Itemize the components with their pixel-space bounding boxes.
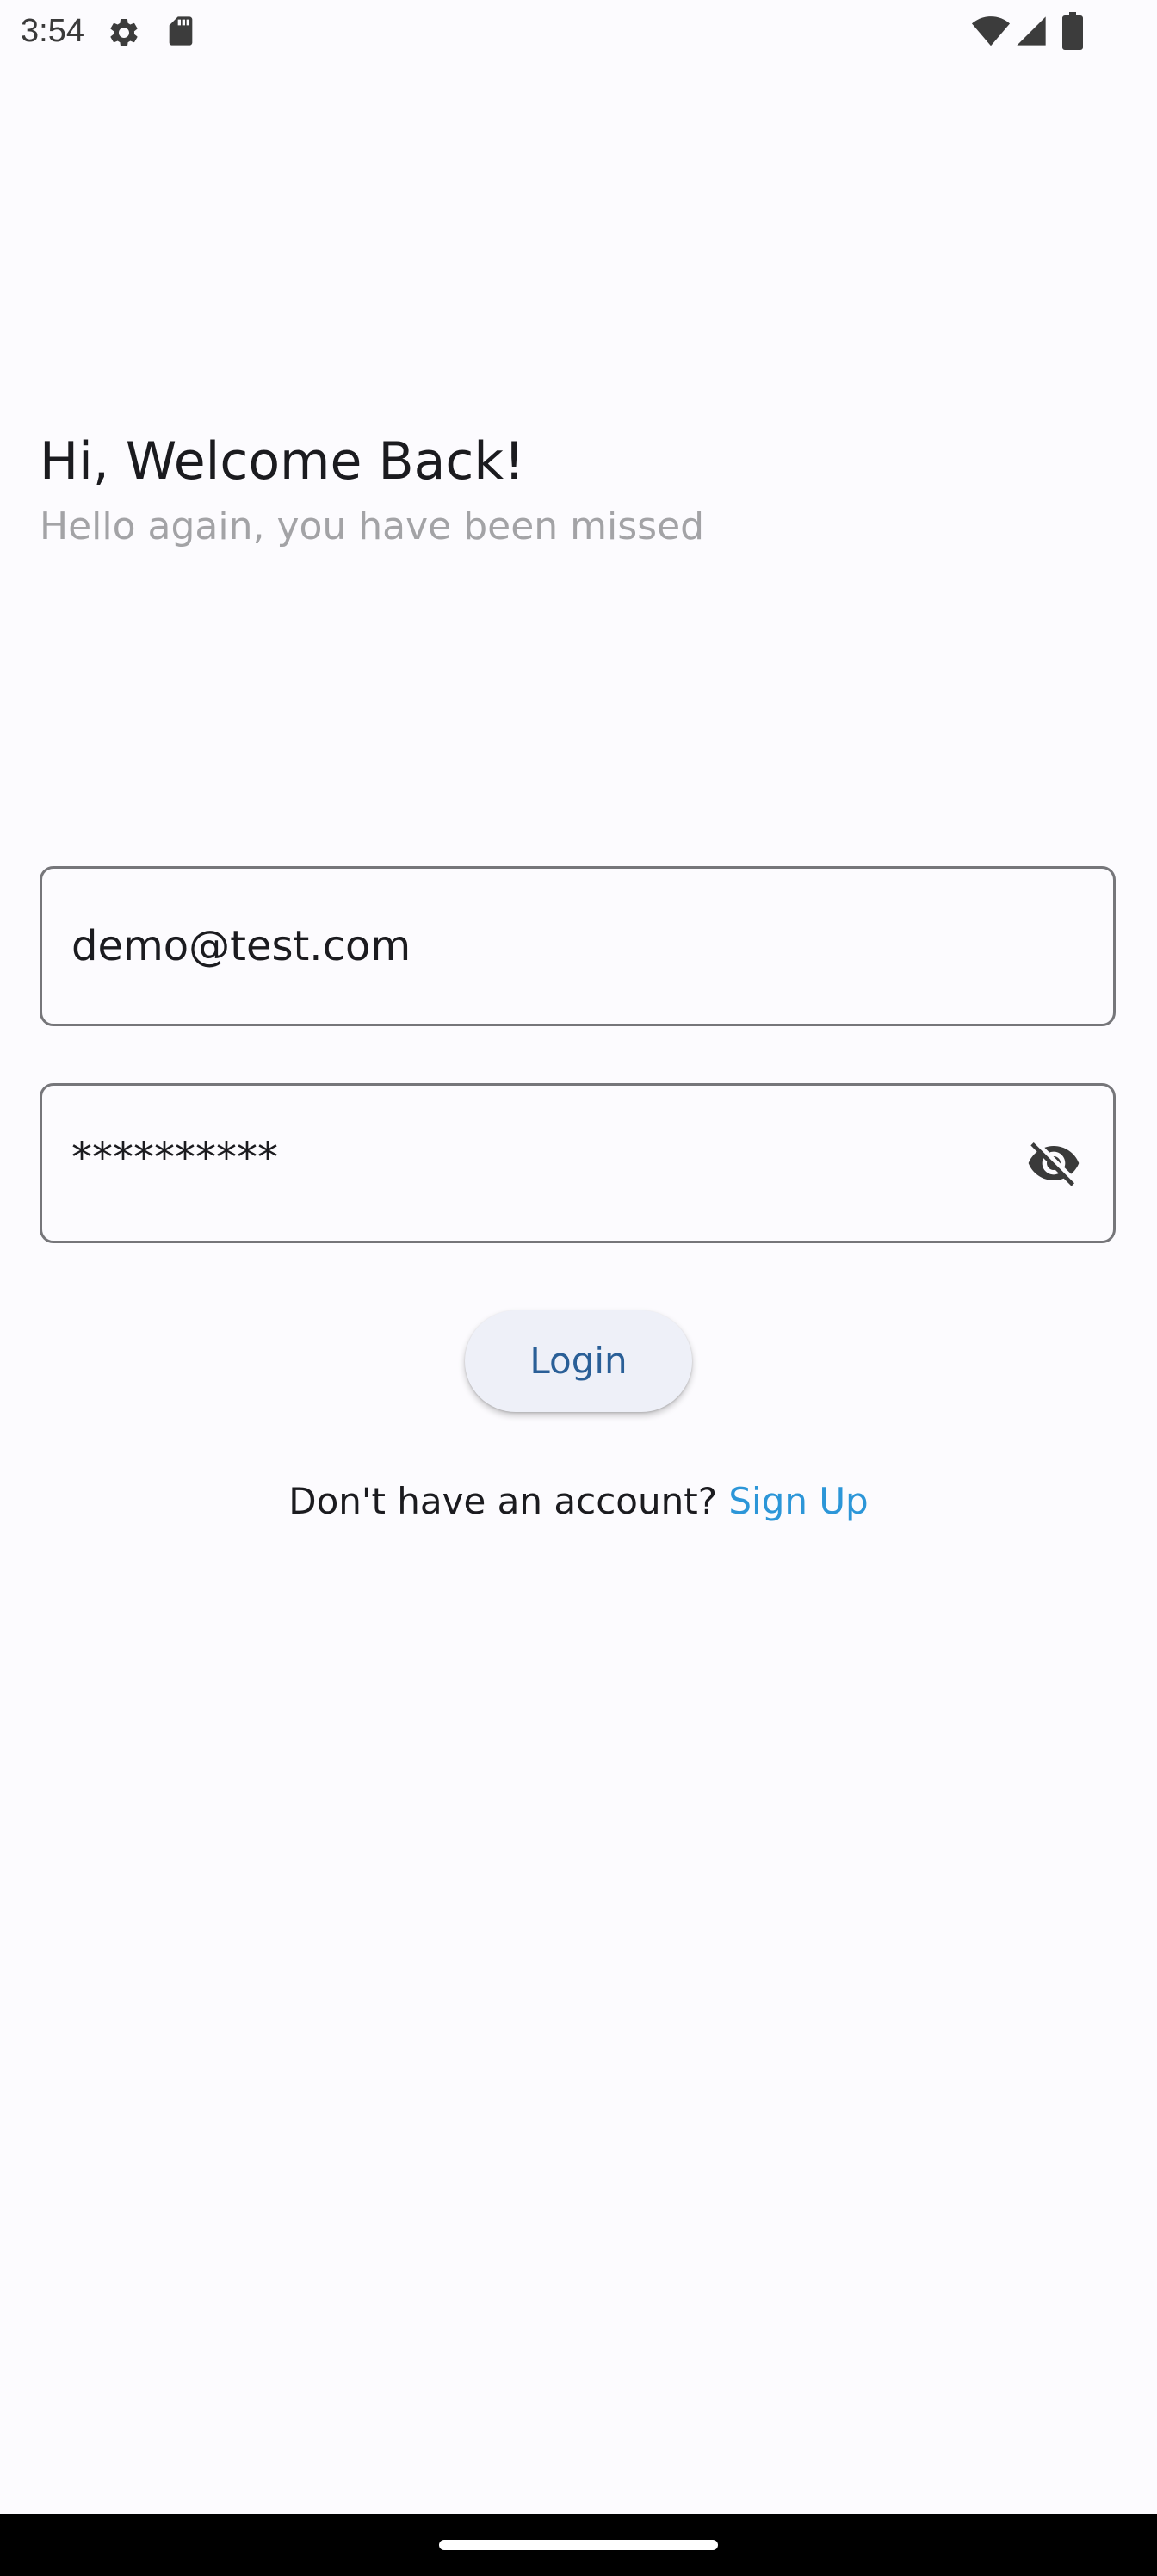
settings-icon <box>110 18 138 46</box>
email-value: demo@test.com <box>71 922 411 970</box>
battery-icon <box>1062 12 1083 50</box>
email-field[interactable]: demo@test.com <box>40 866 1116 1026</box>
signup-prompt: Don't have an account? <box>288 1480 729 1522</box>
page-title: Hi, Welcome Back! <box>40 431 525 492</box>
status-time: 3:54 <box>21 13 84 49</box>
signup-link[interactable]: Sign Up <box>728 1480 868 1522</box>
wifi-icon <box>971 16 1011 46</box>
cell-signal-icon <box>1017 16 1046 46</box>
page-subtitle: Hello again, you have been missed <box>40 505 705 548</box>
status-bar: 3:54 <box>0 0 1157 62</box>
login-button[interactable]: Login <box>465 1310 692 1412</box>
password-value: ********** <box>71 1134 278 1182</box>
signup-row: Don't have an account? Sign Up <box>0 1477 1157 1526</box>
eye-off-icon[interactable] <box>1024 1136 1084 1191</box>
home-gesture-handle[interactable] <box>439 2540 718 2550</box>
password-field[interactable]: ********** <box>40 1083 1116 1243</box>
sd-card-icon <box>169 16 193 46</box>
